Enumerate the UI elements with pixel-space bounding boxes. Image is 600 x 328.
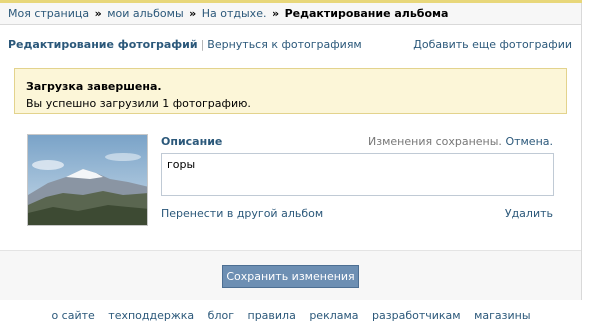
breadcrumb-separator: » — [189, 7, 197, 20]
breadcrumb-separator: » — [271, 7, 280, 20]
save-changes-button[interactable]: Сохранить изменения — [222, 265, 359, 288]
mountain-photo — [28, 135, 147, 225]
notice-title: Загрузка завершена. — [26, 80, 162, 93]
main-panel: Редактирование фотографий | Вернуться к фо… — [0, 25, 582, 300]
delete-link[interactable]: Удалить — [505, 207, 553, 220]
top-accent-line — [0, 0, 582, 3]
breadcrumb-album[interactable]: На отдыхе. — [202, 7, 267, 20]
footer-link-rules[interactable]: правила — [248, 309, 296, 322]
save-area: Сохранить изменения — [0, 250, 581, 300]
footer: о сайте техподдержка блог правила реклам… — [0, 309, 582, 322]
cancel-link[interactable]: Отмена. — [505, 135, 553, 148]
add-more-photos-link[interactable]: Добавить еще фотографии — [413, 38, 572, 51]
saved-status: Изменения сохранены. Отмена. — [368, 135, 553, 148]
upload-notice: Загрузка завершена. Вы успешно загрузили… — [14, 68, 567, 114]
footer-link-blog[interactable]: блог — [208, 309, 234, 322]
footer-link-ads[interactable]: реклама — [309, 309, 358, 322]
footer-link-developers[interactable]: разработчикам — [372, 309, 461, 322]
tabs-bar: Редактирование фотографий | Вернуться к фо… — [8, 38, 574, 54]
breadcrumb-my-albums[interactable]: мои альбомы — [107, 7, 183, 20]
breadcrumb: Моя страница » мои альбомы » На отдыхе. … — [0, 0, 582, 25]
tab-edit-photos[interactable]: Редактирование фотографий — [8, 38, 198, 51]
footer-link-shops[interactable]: магазины — [474, 309, 530, 322]
footer-link-support[interactable]: техподдержка — [108, 309, 194, 322]
description-label: Описание — [161, 135, 223, 148]
saved-status-text: Изменения сохранены. — [368, 135, 502, 148]
footer-link-about[interactable]: о сайте — [51, 309, 94, 322]
breadcrumb-separator: » — [94, 7, 102, 20]
description-input[interactable]: горы — [161, 153, 554, 196]
tab-divider: | — [200, 38, 205, 51]
tab-back-to-photos[interactable]: Вернуться к фотографиям — [207, 38, 361, 51]
breadcrumb-my-page[interactable]: Моя страница — [8, 7, 89, 20]
notice-text: Вы успешно загрузили 1 фотографию. — [26, 97, 251, 110]
breadcrumb-current: Редактирование альбома — [284, 7, 449, 20]
move-to-album-link[interactable]: Перенести в другой альбом — [161, 207, 323, 220]
photo-thumbnail[interactable] — [27, 134, 148, 226]
